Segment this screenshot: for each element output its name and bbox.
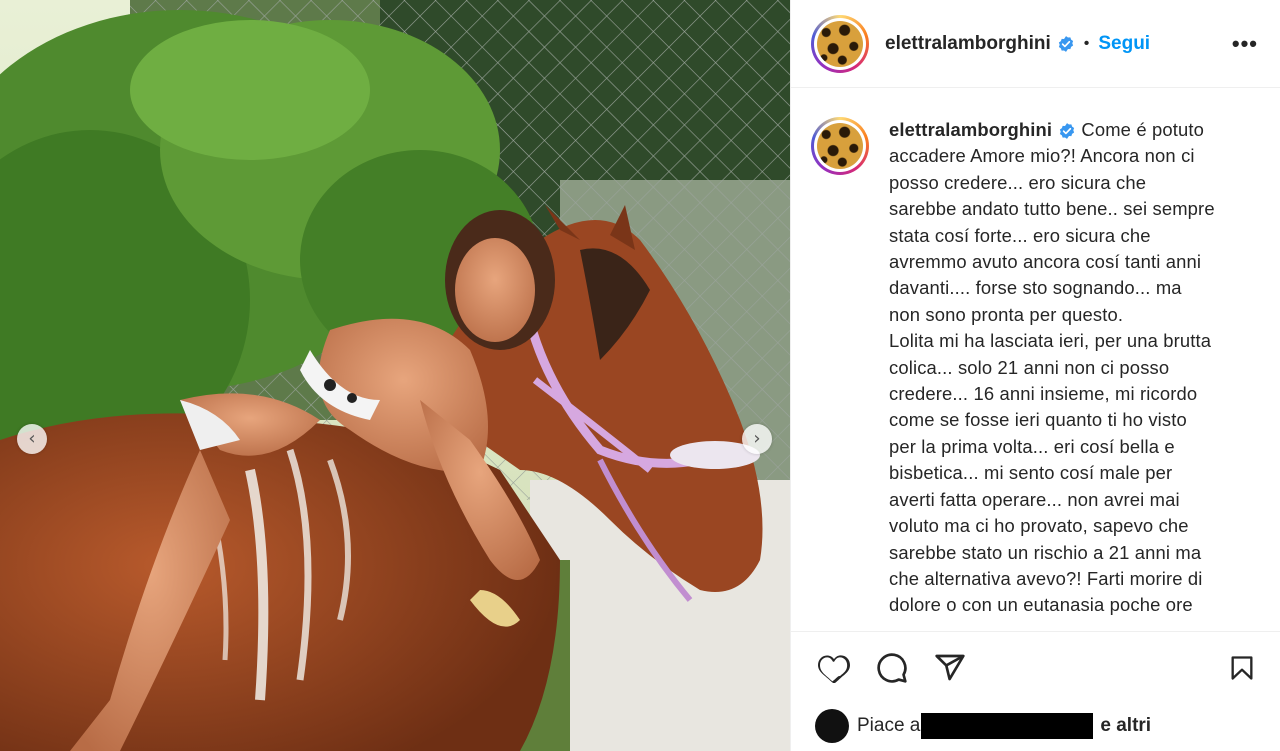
bookmark-icon bbox=[1231, 655, 1253, 680]
verified-badge-icon bbox=[1057, 35, 1075, 53]
likes-others-link[interactable]: e altri bbox=[1100, 715, 1151, 737]
caption-scroll-area[interactable]: elettralamborghini Come é potuto accader… bbox=[791, 89, 1280, 631]
comment-button[interactable] bbox=[875, 651, 909, 685]
next-photo-button[interactable]: › bbox=[742, 424, 772, 454]
redacted-username bbox=[921, 713, 1094, 739]
caption-text: elettralamborghini Come é potuto accader… bbox=[889, 117, 1261, 619]
separator-dot: • bbox=[1083, 34, 1090, 52]
liker-avatar[interactable] bbox=[815, 709, 849, 743]
username-link[interactable]: elettralamborghini bbox=[885, 33, 1051, 55]
caption-row: elettralamborghini Come é potuto accader… bbox=[791, 89, 1280, 619]
avatar-ring bbox=[814, 17, 866, 70]
more-options-icon[interactable]: ••• bbox=[1232, 31, 1258, 57]
photo-woman-with-horse bbox=[0, 0, 790, 751]
heart-icon bbox=[818, 654, 850, 683]
post-photo: ‹ › bbox=[0, 0, 790, 751]
previous-photo-button[interactable]: ‹ bbox=[17, 424, 47, 454]
post-actions-bar bbox=[791, 631, 1280, 703]
leopard-pattern-image bbox=[817, 20, 863, 67]
share-button[interactable] bbox=[933, 651, 967, 685]
send-icon bbox=[935, 654, 965, 680]
post-header: elettralamborghini • Segui ••• bbox=[791, 0, 1280, 88]
profile-avatar[interactable] bbox=[811, 14, 869, 73]
post-side-panel: elettralamborghini • Segui ••• elettrala… bbox=[790, 0, 1280, 751]
save-button[interactable] bbox=[1225, 651, 1259, 685]
likes-prefix: Piace a bbox=[857, 715, 921, 736]
comment-icon bbox=[877, 652, 907, 683]
chevron-left-icon: ‹ bbox=[28, 428, 36, 449]
leopard-pattern-image bbox=[817, 123, 863, 169]
likes-summary: Piace a e altri bbox=[815, 706, 1151, 746]
caption-username-link[interactable]: elettralamborghini bbox=[889, 119, 1052, 140]
caption-avatar[interactable] bbox=[811, 117, 869, 175]
caption-body: Come é potuto accadere Amore mio?! Ancor… bbox=[889, 119, 1215, 616]
avatar-ring bbox=[814, 120, 866, 172]
chevron-right-icon: › bbox=[753, 428, 761, 449]
verified-badge-icon bbox=[1058, 122, 1076, 140]
like-button[interactable] bbox=[817, 651, 851, 685]
follow-button[interactable]: Segui bbox=[1098, 33, 1150, 55]
